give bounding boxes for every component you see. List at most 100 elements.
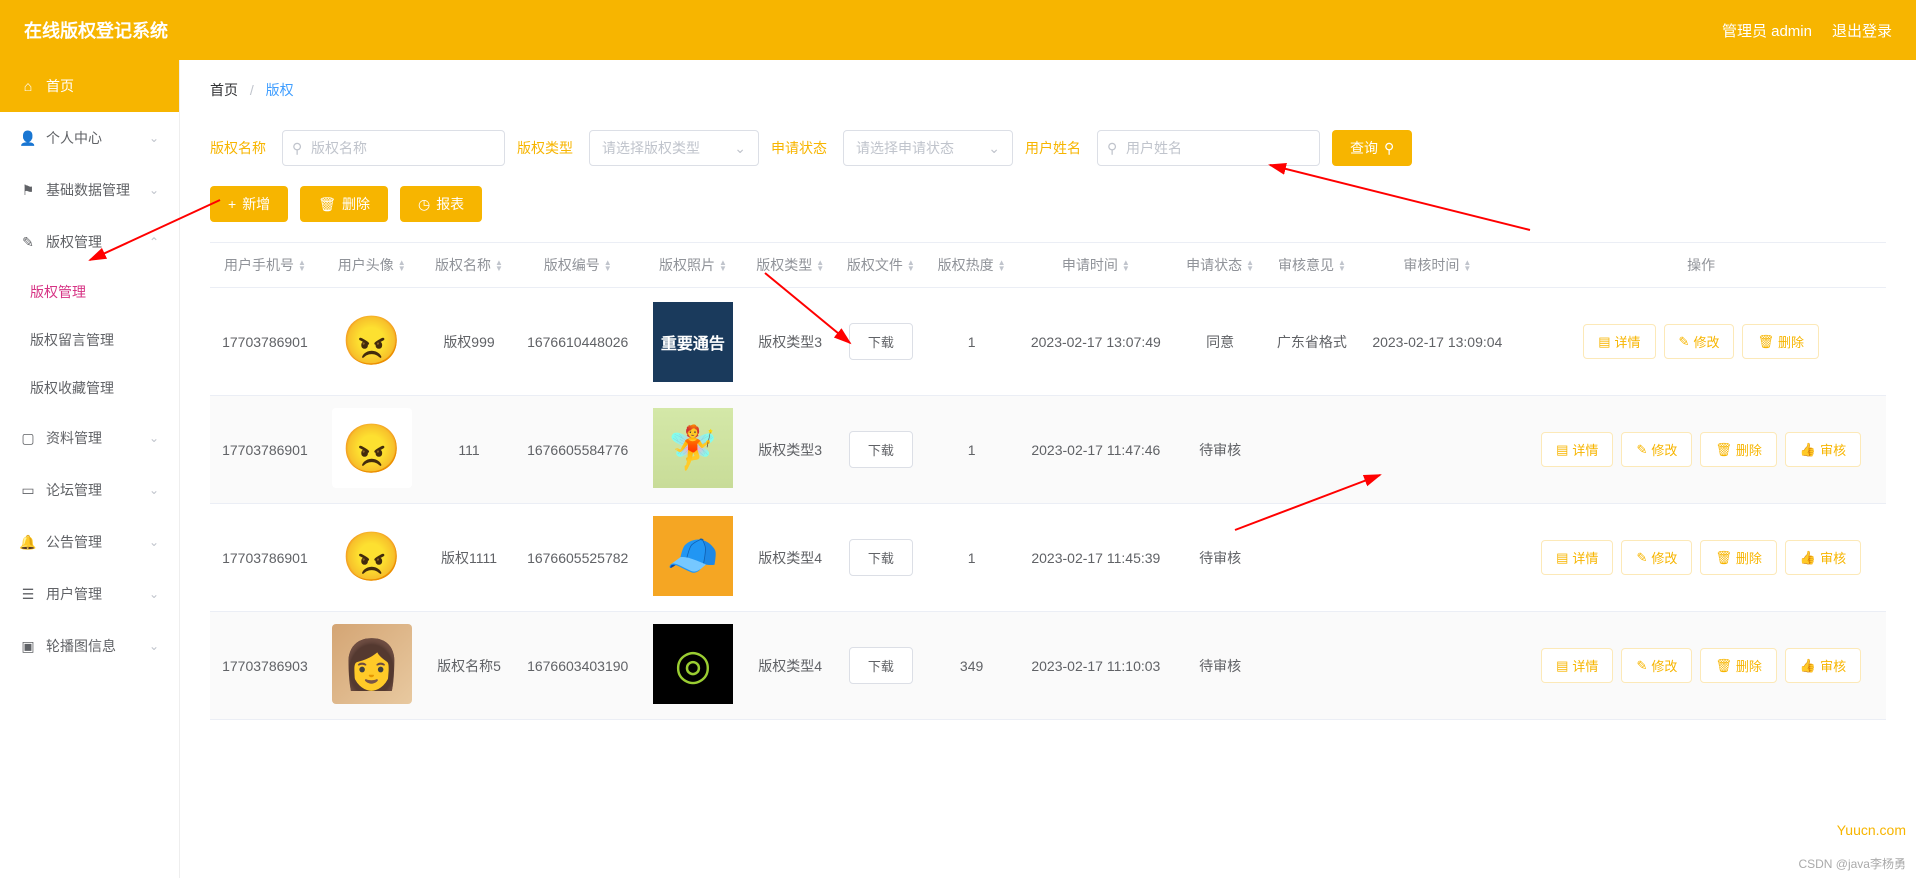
- sort-icon[interactable]: ▲▼: [907, 260, 915, 272]
- sort-icon[interactable]: ▲▼: [1463, 260, 1471, 272]
- cell-review-time: [1358, 612, 1516, 720]
- delete-row-button[interactable]: 🗑删除: [1742, 324, 1819, 359]
- cell-phone: 17703786903: [210, 612, 320, 720]
- delete-row-button[interactable]: 🗑删除: [1700, 432, 1777, 467]
- download-button[interactable]: 下载: [849, 647, 913, 684]
- copyright-photo: [653, 516, 733, 596]
- logout-link[interactable]: 退出登录: [1832, 20, 1892, 41]
- sort-icon[interactable]: ▲▼: [604, 260, 612, 272]
- search-icon: ⚲: [292, 140, 302, 157]
- sidebar-subitem-版权留言管理[interactable]: 版权留言管理: [0, 316, 179, 364]
- cell-photo: [641, 396, 745, 504]
- filter-status-placeholder: 请选择申请状态: [856, 138, 954, 158]
- filter-row: 版权名称 ⚲ 版权类型 请选择版权类型 ⌄ 申请状态 请选择申请状态 ⌄ 用户姓…: [210, 130, 1886, 166]
- sidebar-item-轮播图信息[interactable]: ▣轮播图信息⌄: [0, 620, 179, 672]
- users-icon: ☰: [20, 586, 36, 603]
- delete-row-button[interactable]: 🗑删除: [1700, 540, 1777, 575]
- detail-button[interactable]: ▤详情: [1583, 324, 1655, 359]
- sort-icon[interactable]: ▲▼: [1246, 260, 1254, 272]
- sidebar-item-资料管理[interactable]: ▢资料管理⌄: [0, 412, 179, 464]
- filter-status-select[interactable]: 请选择申请状态 ⌄: [843, 130, 1013, 166]
- cell-ops: ▤详情 ✎修改 🗑删除 👍审核: [1516, 396, 1886, 504]
- sidebar-item-首页[interactable]: ⌂ 首页: [0, 60, 179, 112]
- download-button[interactable]: 下载: [849, 431, 913, 468]
- sidebar-item-个人中心[interactable]: 👤个人中心⌄: [0, 112, 179, 164]
- sidebar: ⌂首页👤个人中心⌄⚑基础数据管理⌄✎版权管理⌃版权管理版权留言管理版权收藏管理▢…: [0, 60, 180, 878]
- sort-icon[interactable]: ▲▼: [298, 260, 306, 272]
- cell-file: 下载: [836, 612, 927, 720]
- delete-button-label: 删除: [342, 194, 370, 214]
- detail-button[interactable]: ▤详情: [1541, 648, 1613, 683]
- cell-phone: 17703786901: [210, 504, 320, 612]
- sort-icon[interactable]: ▲▼: [1338, 260, 1346, 272]
- edit-button[interactable]: ✎修改: [1664, 324, 1735, 359]
- edit-button[interactable]: ✎修改: [1621, 432, 1692, 467]
- audit-button[interactable]: 👍审核: [1785, 648, 1861, 683]
- chevron-down-icon: ⌄: [149, 131, 159, 145]
- breadcrumb-home[interactable]: 首页: [210, 82, 238, 98]
- cell-type: 版权类型4: [745, 504, 836, 612]
- sort-icon[interactable]: ▲▼: [495, 260, 503, 272]
- detail-icon: ▤: [1556, 550, 1568, 566]
- edit-button[interactable]: ✎修改: [1621, 540, 1692, 575]
- cell-serial: 1676605584776: [514, 396, 641, 504]
- avatar-image: [332, 624, 412, 704]
- sidebar-item-label: 个人中心: [46, 128, 102, 148]
- download-button[interactable]: 下载: [849, 539, 913, 576]
- sort-icon[interactable]: ▲▼: [1122, 260, 1130, 272]
- sort-icon[interactable]: ▲▼: [398, 260, 406, 272]
- report-button-label: 报表: [436, 194, 464, 214]
- col-header-review_time[interactable]: 审核时间▲▼: [1358, 243, 1516, 288]
- chevron-down-icon: ⌄: [149, 483, 159, 497]
- admin-label[interactable]: 管理员 admin: [1722, 20, 1812, 41]
- delete-button[interactable]: 🗑 删除: [300, 186, 388, 222]
- edit-button[interactable]: ✎修改: [1621, 648, 1692, 683]
- breadcrumb-current: 版权: [266, 82, 294, 98]
- delete-row-button[interactable]: 🗑删除: [1700, 648, 1777, 683]
- annotation-arrow: [1260, 160, 1540, 240]
- table-row: 17703786903 版权名称5 1676603403190 版权类型4 下载…: [210, 612, 1886, 720]
- cell-apply-time: 2023-02-17 13:07:49: [1017, 288, 1175, 396]
- file-icon: ▢: [20, 430, 36, 447]
- sidebar-subitem-版权收藏管理[interactable]: 版权收藏管理: [0, 364, 179, 412]
- cell-review-time: 2023-02-17 13:09:04: [1358, 288, 1516, 396]
- col-header-apply_time[interactable]: 申请时间▲▼: [1017, 243, 1175, 288]
- col-header-avatar[interactable]: 用户头像▲▼: [320, 243, 424, 288]
- audit-button[interactable]: 👍审核: [1785, 540, 1861, 575]
- avatar-image: [332, 516, 412, 596]
- sidebar-item-论坛管理[interactable]: ▭论坛管理⌄: [0, 464, 179, 516]
- filter-user-label: 用户姓名: [1025, 138, 1081, 158]
- cell-phone: 17703786901: [210, 288, 320, 396]
- detail-button[interactable]: ▤详情: [1541, 432, 1613, 467]
- cell-serial: 1676605525782: [514, 504, 641, 612]
- report-button[interactable]: ◷ 报表: [400, 186, 482, 222]
- search-icon: ⚲: [1384, 140, 1394, 157]
- sort-icon[interactable]: ▲▼: [719, 260, 727, 272]
- copyright-photo: [653, 624, 733, 704]
- sidebar-item-label: 资料管理: [46, 428, 102, 448]
- announce-icon: 🔔: [20, 534, 36, 551]
- filter-name-input[interactable]: [282, 130, 505, 166]
- filter-name-label: 版权名称: [210, 138, 266, 158]
- audit-button[interactable]: 👍审核: [1785, 432, 1861, 467]
- filter-type-label: 版权类型: [517, 138, 573, 158]
- forum-icon: ▭: [20, 482, 36, 499]
- sidebar-subitem-版权管理[interactable]: 版权管理: [0, 268, 179, 316]
- filter-type-select[interactable]: 请选择版权类型 ⌄: [589, 130, 759, 166]
- col-header-review_opinion[interactable]: 审核意见▲▼: [1265, 243, 1358, 288]
- col-header-heat[interactable]: 版权热度▲▼: [926, 243, 1017, 288]
- sidebar-item-公告管理[interactable]: 🔔公告管理⌄: [0, 516, 179, 568]
- sort-icon[interactable]: ▲▼: [998, 260, 1006, 272]
- col-header-apply_status[interactable]: 申请状态▲▼: [1175, 243, 1266, 288]
- col-header-photo[interactable]: 版权照片▲▼: [641, 243, 745, 288]
- col-header-serial[interactable]: 版权编号▲▼: [514, 243, 641, 288]
- sidebar-item-用户管理[interactable]: ☰用户管理⌄: [0, 568, 179, 620]
- chevron-down-icon: ⌄: [149, 587, 159, 601]
- detail-button[interactable]: ▤详情: [1541, 540, 1613, 575]
- cell-ops: ▤详情 ✎修改 🗑删除: [1516, 288, 1886, 396]
- sidebar-item-label: 首页: [46, 76, 74, 96]
- cell-name: 111: [424, 396, 515, 504]
- col-header-name[interactable]: 版权名称▲▼: [424, 243, 515, 288]
- home-icon: ⌂: [20, 78, 36, 94]
- table-row: 17703786901 版权1111 1676605525782 版权类型4 下…: [210, 504, 1886, 612]
